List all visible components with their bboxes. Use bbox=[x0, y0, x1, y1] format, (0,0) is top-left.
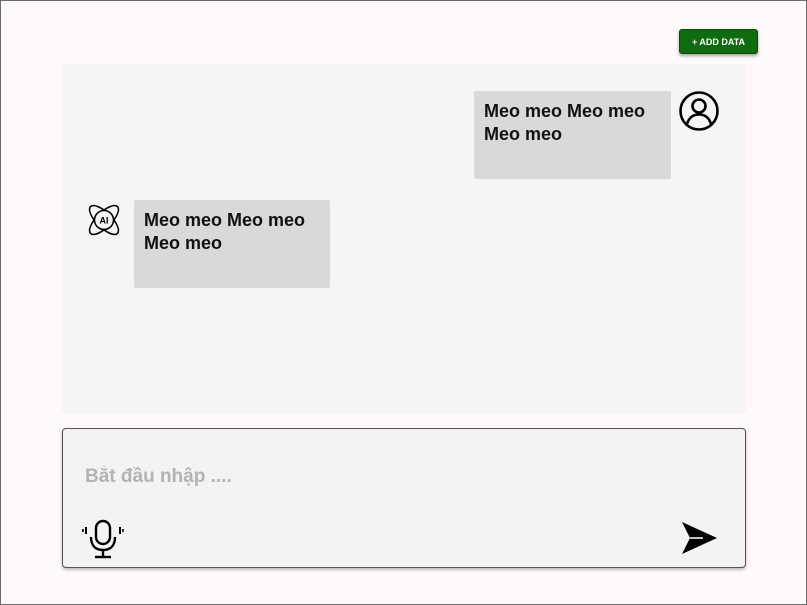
microphone-icon[interactable] bbox=[82, 517, 126, 561]
message-input[interactable] bbox=[83, 461, 647, 493]
user-message: Meo meo Meo meo Meo meo bbox=[474, 91, 671, 179]
svg-text:AI: AI bbox=[100, 216, 109, 226]
add-data-button[interactable]: + ADD DATA bbox=[679, 29, 758, 54]
ai-atom-icon: AI bbox=[88, 204, 120, 236]
app-window: + ADD DATA Meo meo Meo meo Meo meo AI Me… bbox=[0, 0, 807, 605]
user-circle-icon bbox=[679, 91, 719, 131]
ai-message: Meo meo Meo meo Meo meo bbox=[134, 200, 330, 288]
send-icon[interactable] bbox=[679, 518, 719, 558]
message-composer bbox=[62, 428, 746, 568]
